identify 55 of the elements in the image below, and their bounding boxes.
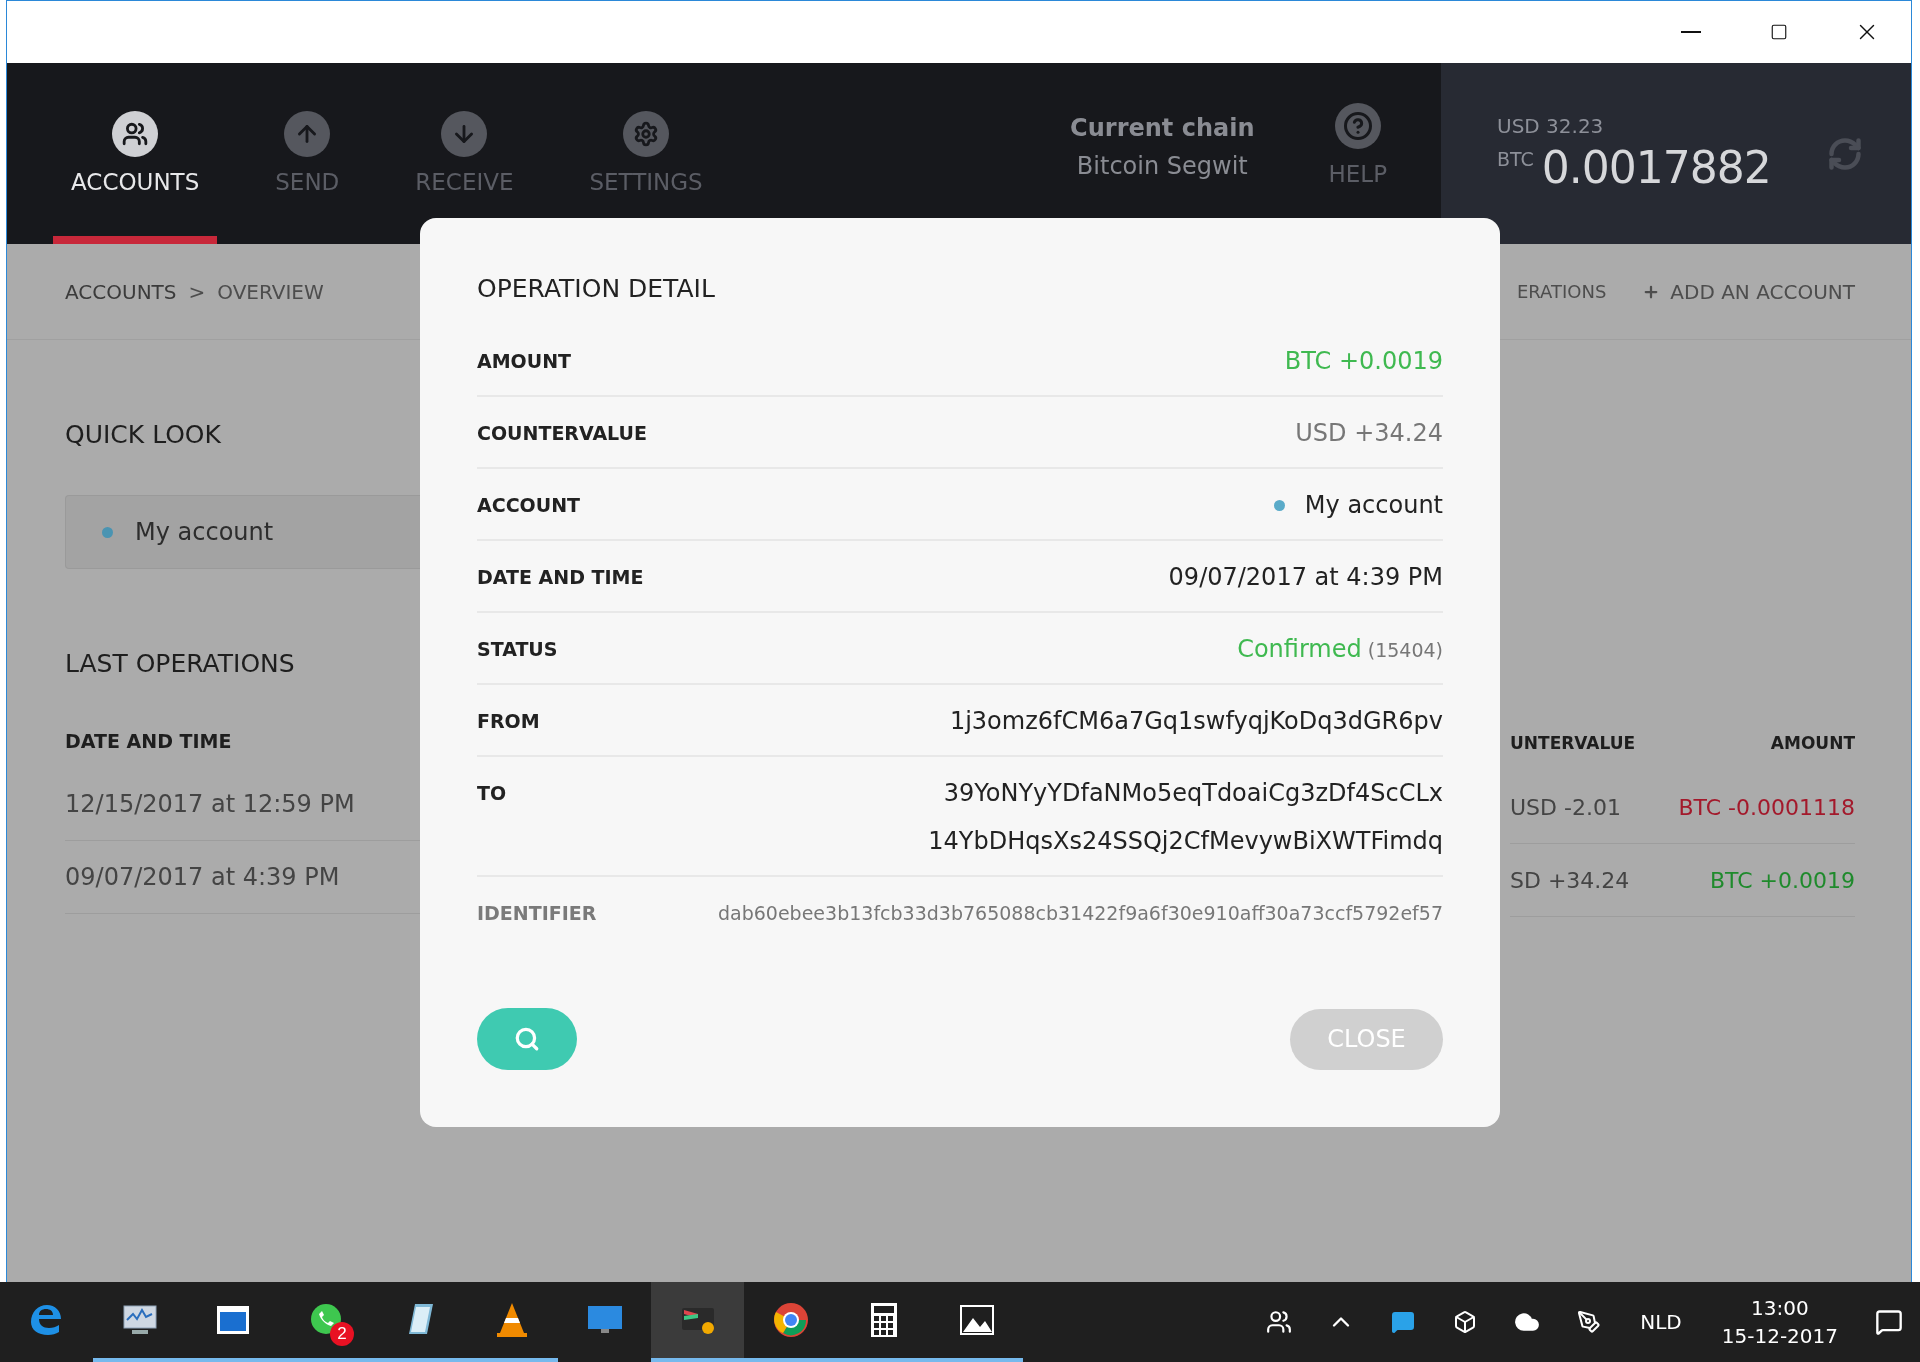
breadcrumb-item[interactable]: OVERVIEW	[217, 279, 324, 304]
taskbar-app[interactable]: 2	[279, 1282, 372, 1362]
operation-amount: BTC +0.0019	[1710, 867, 1855, 893]
minimize-icon	[1681, 31, 1701, 33]
column-header: UNTERVALUE	[1510, 733, 1636, 755]
detail-label: ACCOUNT	[477, 493, 581, 518]
operation-date: 09/07/2017 at 4:39 PM	[65, 863, 340, 891]
column-header: DATE AND TIME	[65, 730, 233, 754]
detail-value: 14YbDHqsXs24SSQj2CfMevywBiXWTFimdq	[928, 826, 1443, 857]
operation-countervalue: USD -2.01	[1510, 794, 1621, 820]
detail-value: 39YoNYyYDfaNMo5eqTdoaiCg3zDf4ScCLx	[943, 778, 1443, 809]
chain-title: Current chain	[1070, 113, 1255, 142]
operation-date: 12/15/2017 at 12:59 PM	[65, 790, 355, 818]
detail-value: My account	[1304, 490, 1443, 521]
taskbar-app[interactable]	[651, 1282, 744, 1362]
detail-value: USD +34.24	[1295, 418, 1443, 449]
account-card[interactable]: My account	[65, 495, 421, 569]
maximize-icon	[1770, 23, 1788, 41]
search-icon	[514, 1026, 540, 1052]
account-name: My account	[135, 518, 274, 546]
detail-value: BTC +0.0019	[1284, 346, 1443, 377]
detail-label: IDENTIFIER	[477, 901, 597, 926]
detail-value: dab60ebee3b13fcb33d3b765088cb31422f9a6f30e910aff30a73ccf5792ef57	[718, 901, 1443, 926]
detail-label: AMOUNT	[477, 349, 572, 374]
dialog-title: OPERATION DETAIL	[477, 274, 716, 303]
detail-label: TO	[477, 781, 507, 806]
confirmation-count: (15404)	[1367, 639, 1443, 661]
gear-icon	[633, 121, 660, 147]
detail-value: 1j3omz6fCM6a7Gq1swfyqjKoDq3dGR6pv	[949, 706, 1443, 737]
btc-balance: 0.0017882	[1541, 142, 1771, 193]
column-header: AMOUNT	[1770, 733, 1855, 755]
detail-value: 09/07/2017 at 4:39 PM	[1168, 562, 1443, 593]
nav-tab[interactable]: SEND	[257, 63, 358, 244]
fiat-balance: USD 32.23	[1497, 114, 1605, 138]
chain-value: Bitcoin Segwit	[1076, 151, 1248, 180]
breadcrumb-item[interactable]: ACCOUNTS	[65, 279, 177, 304]
detail-label: FROM	[477, 709, 540, 734]
add-account-link[interactable]: ADD AN ACCOUNT	[1642, 279, 1855, 304]
language-indicator[interactable]: NLD	[1640, 1310, 1682, 1334]
currency-unit: BTC	[1497, 148, 1534, 170]
section-title: QUICK LOOK	[65, 420, 222, 449]
operation-amount: BTC -0.0001118	[1678, 794, 1855, 820]
notification-badge: 2	[330, 1322, 354, 1346]
detail-label: DATE AND TIME	[477, 565, 644, 590]
clock-date[interactable]: 15-12-2017	[1721, 1324, 1838, 1348]
status-value: Confirmed	[1237, 634, 1362, 665]
operations-link[interactable]: ERATIONS	[1516, 281, 1607, 302]
operation-countervalue: SD +34.24	[1510, 867, 1630, 893]
clock-time[interactable]: 13:00	[1751, 1296, 1809, 1320]
section-title: LAST OPERATIONS	[65, 649, 296, 678]
breadcrumb-separator: >	[188, 279, 206, 304]
people-icon	[122, 121, 149, 147]
detail-label: STATUS	[477, 637, 558, 662]
help-icon	[1342, 111, 1373, 141]
detail-label: COUNTERVALUE	[477, 421, 647, 446]
